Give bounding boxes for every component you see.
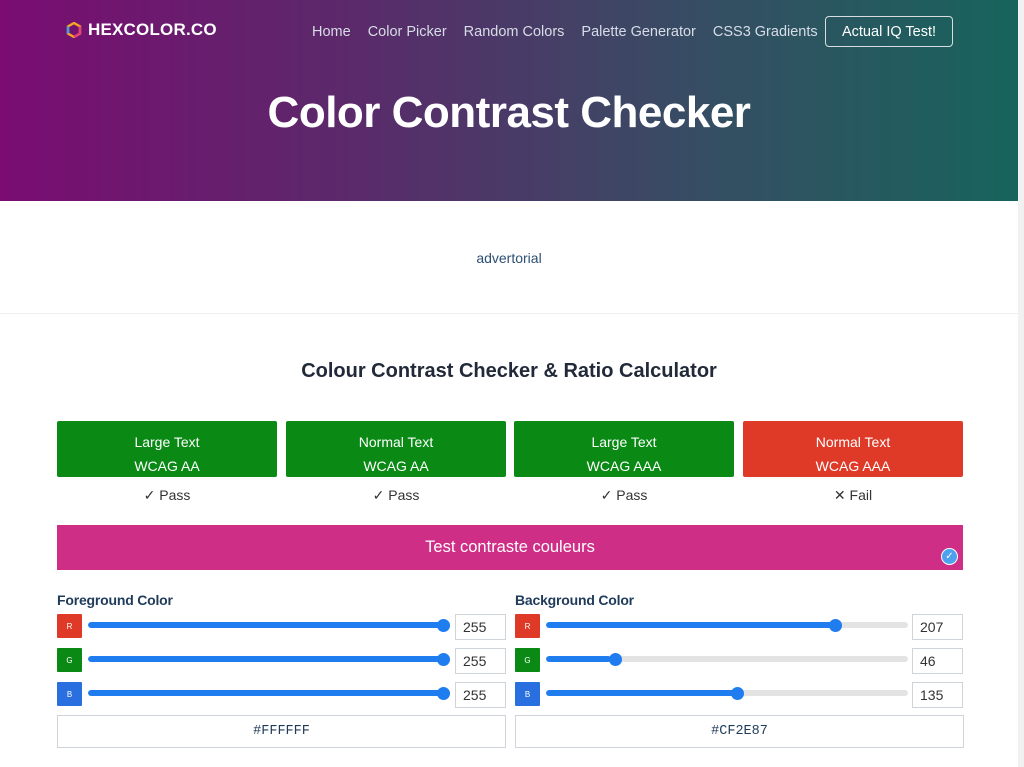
fg-red-chip: R: [57, 614, 82, 638]
result-large-text-aa: ✓ Pass: [143, 487, 191, 503]
badge-line2: WCAG AAA: [586, 458, 662, 474]
logo-text: HEXCOLOR.CO: [88, 20, 217, 39]
fg-green-chip: G: [57, 648, 82, 672]
ad-section: advertorial: [0, 201, 1018, 314]
hexagon-logo-icon: [66, 22, 82, 38]
badge-line1: Large Text: [591, 434, 657, 450]
result-normal-text-aaa: ✕ Fail: [833, 487, 873, 503]
page-scrollbar[interactable]: [1018, 0, 1024, 767]
fg-red-slider-thumb[interactable]: [437, 619, 450, 632]
fg-green-slider-thumb[interactable]: [437, 653, 450, 666]
fg-blue-input[interactable]: 255: [455, 682, 506, 708]
badge-large-text-aa: Large Text WCAG AA: [57, 421, 277, 477]
foreground-label: Foreground Color: [57, 592, 173, 608]
fg-green-input[interactable]: 255: [455, 648, 506, 674]
bg-green-chip: G: [515, 648, 540, 672]
bg-green-slider[interactable]: [546, 656, 908, 662]
badge-normal-text-aaa: Normal Text WCAG AAA: [743, 421, 963, 477]
page-title: Color Contrast Checker: [267, 88, 751, 137]
nav-palette-generator[interactable]: Palette Generator: [581, 22, 695, 42]
badge-line2: WCAG AAA: [815, 458, 891, 474]
bg-blue-slider[interactable]: [546, 690, 908, 696]
ad-label: advertorial: [476, 250, 542, 266]
bg-green-input[interactable]: 46: [912, 648, 963, 674]
main-nav: Home Color Picker Random Colors Palette …: [312, 22, 818, 42]
bg-blue-fill: [546, 690, 738, 696]
fg-hex-input[interactable]: #FFFFFF: [57, 715, 506, 748]
fg-green-fill: [88, 656, 450, 662]
bg-blue-input[interactable]: 135: [912, 682, 963, 708]
bg-green-slider-thumb[interactable]: [608, 653, 622, 666]
badge-line1: Large Text: [134, 434, 200, 450]
hero-header: HEXCOLOR.CO Home Color Picker Random Col…: [0, 0, 1018, 201]
nav-color-picker[interactable]: Color Picker: [368, 22, 447, 42]
fg-blue-slider[interactable]: [88, 690, 450, 696]
nav-random-colors[interactable]: Random Colors: [464, 22, 565, 42]
fg-blue-chip: B: [57, 682, 82, 706]
bg-blue-slider-thumb[interactable]: [730, 687, 744, 700]
page: HEXCOLOR.CO Home Color Picker Random Col…: [0, 0, 1018, 767]
badge-line2: WCAG AA: [363, 458, 429, 474]
badge-line2: WCAG AA: [134, 458, 200, 474]
fg-red-fill: [88, 622, 450, 628]
site-logo[interactable]: HEXCOLOR.CO: [66, 20, 217, 40]
bg-red-slider-thumb[interactable]: [829, 619, 843, 632]
check-badge-icon: ✓: [941, 548, 958, 565]
bg-red-fill: [546, 622, 840, 628]
iq-test-button[interactable]: Actual IQ Test!: [825, 16, 953, 47]
nav-css3-gradients[interactable]: CSS3 Gradients: [713, 22, 818, 42]
sample-text: Test contraste couleurs: [425, 538, 595, 556]
background-label: Background Color: [515, 592, 634, 608]
bg-blue-chip: B: [515, 682, 540, 706]
badge-line1: Normal Text: [358, 434, 434, 450]
badge-large-text-aaa: Large Text WCAG AAA: [514, 421, 734, 477]
fg-red-slider[interactable]: [88, 622, 450, 628]
tool-title: Colour Contrast Checker & Ratio Calculat…: [301, 360, 717, 382]
bg-green-fill: [546, 656, 612, 662]
fg-blue-fill: [88, 690, 450, 696]
contrast-sample-preview[interactable]: Test contraste couleurs: [57, 525, 963, 570]
badge-normal-text-aa: Normal Text WCAG AA: [286, 421, 506, 477]
result-large-text-aaa: ✓ Pass: [600, 487, 648, 503]
result-normal-text-aa: ✓ Pass: [372, 487, 420, 503]
bg-red-chip: R: [515, 614, 540, 638]
badge-line1: Normal Text: [815, 434, 891, 450]
bg-red-slider[interactable]: [546, 622, 908, 628]
fg-green-slider[interactable]: [88, 656, 450, 662]
bg-red-input[interactable]: 207: [912, 614, 963, 640]
nav-home[interactable]: Home: [312, 22, 351, 42]
bg-hex-input[interactable]: #CF2E87: [515, 715, 964, 748]
fg-blue-slider-thumb[interactable]: [437, 687, 450, 700]
fg-red-input[interactable]: 255: [455, 614, 506, 640]
